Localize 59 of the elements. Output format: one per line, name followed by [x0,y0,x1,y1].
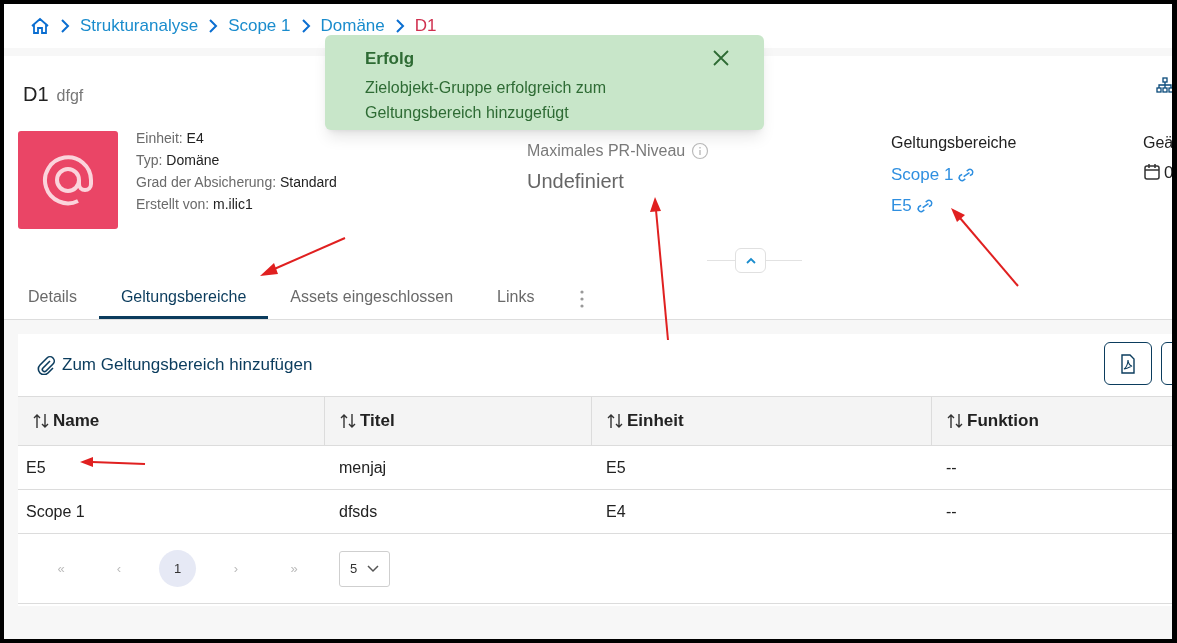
chevron-down-icon [367,564,380,573]
page-button[interactable]: 1 [159,550,196,587]
sort-icon [606,412,624,430]
pdf-icon [1120,353,1136,374]
column-header[interactable]: Name [18,397,324,445]
table-cell-text: dfsds [339,501,378,522]
table-cell-text: -- [946,501,957,522]
table-cell-text: E4 [606,501,626,522]
sort-icon [339,412,357,430]
tab[interactable]: Assets eingeschlossen [268,278,476,319]
tab[interactable]: Geltungsbereiche [98,278,269,319]
hierarchy-icon[interactable] [1156,77,1172,93]
breadcrumb-link[interactable]: Strukturanalyse [80,13,199,39]
scope-link[interactable]: E5 [891,193,935,219]
chevron-icon [208,18,219,34]
annotation-arrow [80,457,146,467]
field-label: Geltungsbereiche [891,133,1017,153]
home-icon[interactable] [30,17,50,35]
property-line: Grad der Absicherung: Standard [136,173,337,192]
paperclip-icon [36,355,56,375]
pdf-export-button[interactable] [1104,342,1152,385]
property-line: Typ: Domäne [136,151,221,170]
scope-link[interactable]: Scope 1 [891,162,977,188]
close-icon[interactable] [713,50,729,66]
object-title: D1 [23,82,49,107]
table-cell-text: E5 [26,457,46,478]
chevron-up-icon [744,256,757,265]
table-cell-text: Scope 1 [26,501,85,522]
tab[interactable]: Details [6,278,99,319]
link-icon [914,197,935,214]
calendar-icon [1144,163,1160,180]
table-cell-text: -- [946,457,957,478]
property-line: Einheit: E4 [136,129,205,148]
column-header[interactable]: Einheit [591,397,931,445]
column-header[interactable]: Titel [324,397,591,445]
toast-message: Zielobjekt-Gruppe erfolgreich zum Geltungsbereich hinzugefügt [365,78,607,123]
link-icon [956,166,977,183]
chevron-icon [60,18,70,34]
add-scope-button[interactable]: Zum Geltungsbereich hinzufügen [36,352,313,378]
chevron-icon [300,18,311,34]
breadcrumb-link[interactable]: D1 [414,13,437,39]
tab[interactable]: Links [475,278,557,319]
field-label: Maximales PR-Niveau [527,141,686,161]
table-cell-text: E5 [606,457,626,478]
toast-title: Erfolg [365,48,415,70]
breadcrumb-link[interactable]: Scope 1 [228,13,291,39]
column-header[interactable]: Funktion [931,397,1172,445]
property-line: Erstellt von: m.ilic1 [136,195,254,214]
sort-icon [32,412,50,430]
page-size-select[interactable]: 5 [339,550,390,587]
sort-icon [946,412,964,430]
table-cell-text: menjaj [339,457,387,478]
collapse-button[interactable] [735,248,766,273]
object-subtitle: dfgf [56,86,84,106]
at-sign-icon [41,153,95,207]
chevron-icon [394,18,405,34]
field-value: Undefiniert [527,169,624,194]
breadcrumb-link[interactable]: Domäne [320,13,385,39]
field-value: 0 [1164,162,1172,184]
